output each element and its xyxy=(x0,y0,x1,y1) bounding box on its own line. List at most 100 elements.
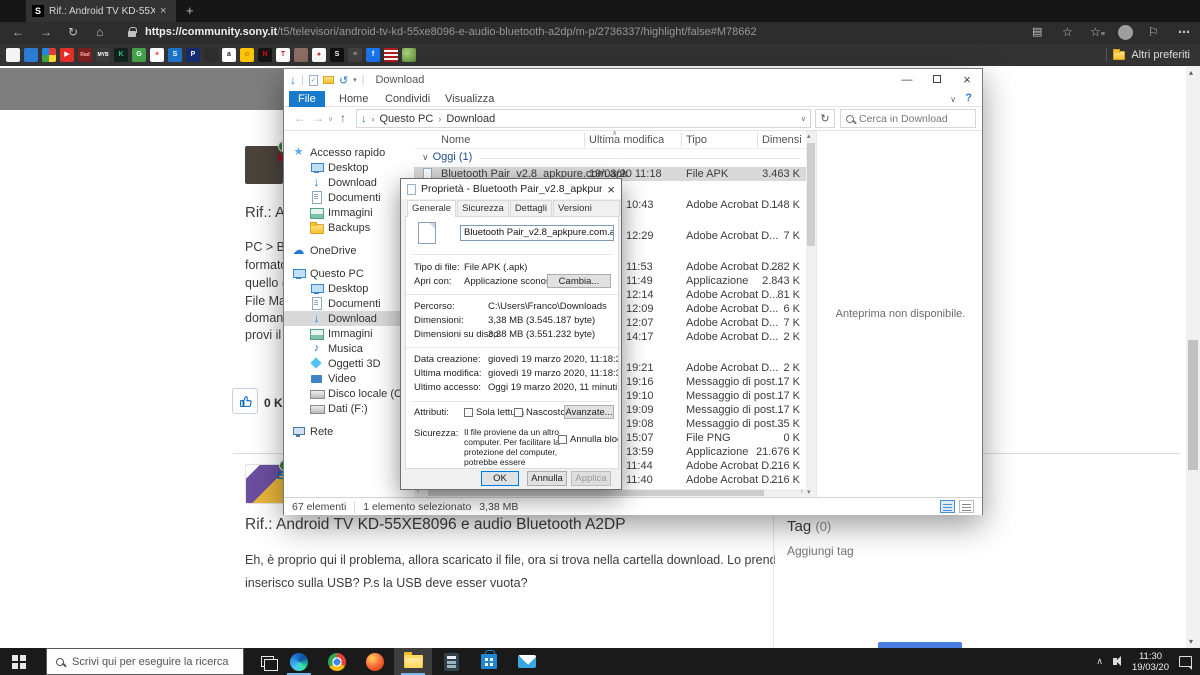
browser-tab[interactable]: S Rif.: Android TV KD-55XE8096 e × xyxy=(26,0,176,22)
taskbar-file-explorer[interactable] xyxy=(394,648,432,675)
feedback-icon[interactable]: ⚐ xyxy=(1148,25,1159,39)
tab-generale[interactable]: Generale xyxy=(407,200,456,217)
change-button[interactable]: Cambia... xyxy=(547,274,611,288)
profile-avatar[interactable] xyxy=(1118,25,1133,40)
kudos-button[interactable] xyxy=(232,388,258,414)
ribbon-tab-home[interactable]: Home xyxy=(330,91,377,107)
recent-locations-icon[interactable]: ∨ xyxy=(328,115,333,123)
minimize-icon[interactable]: — xyxy=(892,69,922,91)
bookmark-icon[interactable]: N xyxy=(258,48,272,62)
scroll-up-icon[interactable]: ▴ xyxy=(807,132,811,140)
bookmark-icon[interactable]: MYB xyxy=(96,48,110,62)
explorer-title-bar[interactable]: ↓ | ↻ ▾ | Download xyxy=(284,69,982,91)
filename-input[interactable]: Bluetooth Pair_v2.8_apkpure.com.apk xyxy=(460,225,614,241)
tab-close-icon[interactable]: × xyxy=(160,5,166,17)
explorer-search-input[interactable]: Cerca in Download xyxy=(840,109,976,128)
ribbon-tab-condividi[interactable]: Condividi xyxy=(376,91,439,107)
home-icon[interactable]: ⌂ xyxy=(96,25,103,39)
sidebar-item-documenti[interactable]: Documenti xyxy=(284,190,414,205)
new-folder-icon[interactable] xyxy=(323,76,334,84)
taskbar-calculator[interactable] xyxy=(432,648,470,675)
cancel-button[interactable]: Annulla xyxy=(527,471,567,486)
apply-button[interactable]: Applica xyxy=(571,471,611,486)
bookmark-icon[interactable] xyxy=(294,48,308,62)
start-button[interactable] xyxy=(0,648,46,675)
scroll-down-icon[interactable]: ▾ xyxy=(807,488,811,496)
bookmark-icon[interactable]: S xyxy=(168,48,182,62)
new-tab-icon[interactable]: + xyxy=(186,3,194,18)
up-icon[interactable]: ↑ xyxy=(340,111,346,125)
sidebar-item-questo-pc[interactable]: Questo PC xyxy=(284,266,414,281)
back-icon[interactable]: ← xyxy=(12,25,24,39)
sidebar-item-musica[interactable]: Musica xyxy=(284,341,414,356)
sidebar-item-backups[interactable]: Backups xyxy=(284,220,414,235)
bookmark-icon[interactable] xyxy=(204,48,218,62)
refresh-icon[interactable]: ↻ xyxy=(68,25,78,39)
sidebar-item-disco-locale-c[interactable]: Disco locale (C:) xyxy=(284,386,414,401)
breadcrumb-questo-pc[interactable]: Questo PC xyxy=(380,113,434,125)
page-scrollbar[interactable]: ▴ ▾ xyxy=(1186,66,1200,648)
hidden-icons-chevron[interactable]: ∧ xyxy=(1096,656,1103,667)
unblock-checkbox[interactable]: Annulla blocco xyxy=(558,434,619,445)
add-tag-link[interactable]: Aggiungi tag xyxy=(787,544,854,558)
group-header[interactable]: ∨Oggi (1) xyxy=(422,151,472,163)
bookmark-icon[interactable] xyxy=(402,48,416,62)
taskbar-store[interactable] xyxy=(470,648,508,675)
back-icon[interactable]: ← xyxy=(294,111,306,125)
column-dimensione[interactable]: Dimensione xyxy=(762,134,802,146)
bookmark-icon[interactable]: ≡ xyxy=(348,48,362,62)
column-ultima-modifica[interactable]: Ultima modifica xyxy=(589,134,664,146)
refresh-icon[interactable]: ↻ xyxy=(815,109,835,128)
action-center-icon[interactable] xyxy=(1179,656,1192,667)
reading-view-icon[interactable]: ▤ xyxy=(1032,25,1042,38)
taskbar-mail[interactable] xyxy=(508,648,546,675)
volume-icon[interactable] xyxy=(1113,658,1117,665)
sidebar-item-accesso-rapido[interactable]: Accesso rapido xyxy=(284,145,414,160)
advanced-button[interactable]: Avanzate... xyxy=(564,405,614,419)
column-tipo[interactable]: Tipo xyxy=(686,134,707,146)
taskbar-search-input[interactable]: Scrivi qui per eseguire la ricerca xyxy=(46,648,244,675)
bookmark-icon[interactable]: T xyxy=(276,48,290,62)
taskbar-chrome[interactable] xyxy=(318,648,356,675)
customize-toolbar-icon[interactable]: ▾ xyxy=(353,76,357,84)
sidebar-item-desktop[interactable]: Desktop xyxy=(284,281,414,296)
bookmark-icon[interactable]: ▶ xyxy=(60,48,74,62)
scrollbar-thumb[interactable] xyxy=(1188,340,1198,470)
tab-dettagli[interactable]: Dettagli xyxy=(510,200,552,216)
favorites-hub-icon[interactable]: ☆≡ xyxy=(1090,25,1105,39)
ribbon-tab-file[interactable]: File xyxy=(289,91,325,107)
other-favorites[interactable]: Altri preferiti xyxy=(1106,44,1190,66)
bookmark-icon[interactable] xyxy=(384,48,398,62)
column-nome[interactable]: Nome xyxy=(441,134,470,146)
bookmark-icon[interactable]: ✶ xyxy=(150,48,164,62)
taskbar-clock[interactable]: 11:3019/03/20 xyxy=(1132,651,1169,673)
bookmark-icon[interactable]: S xyxy=(330,48,344,62)
taskbar-edge[interactable] xyxy=(280,648,318,675)
tab-sicurezza[interactable]: Sicurezza xyxy=(457,200,509,216)
bookmark-icon[interactable]: Rad xyxy=(78,48,92,62)
details-view-icon[interactable] xyxy=(940,500,955,513)
sidebar-item-video[interactable]: Video xyxy=(284,371,414,386)
bookmark-icon[interactable]: K xyxy=(114,48,128,62)
maximize-icon[interactable] xyxy=(922,69,952,91)
bookmark-icon[interactable]: P xyxy=(186,48,200,62)
bookmark-icon[interactable] xyxy=(42,48,56,62)
scrollbar-thumb[interactable] xyxy=(807,143,815,246)
close-icon[interactable]: × xyxy=(607,182,615,197)
sidebar-item-oggetti-3d[interactable]: Oggetti 3D xyxy=(284,356,414,371)
breadcrumb[interactable]: ↓ › Questo PC › Download ∨ xyxy=(356,109,811,128)
large-icons-view-icon[interactable] xyxy=(959,500,974,513)
tab-versioni-precedenti[interactable]: Versioni precedenti xyxy=(553,200,620,216)
bookmark-icon[interactable] xyxy=(24,48,38,62)
scroll-right-icon[interactable]: › xyxy=(801,488,803,495)
sidebar-item-immagini[interactable]: Immagini xyxy=(284,326,414,341)
more-menu-icon[interactable]: ⋯ xyxy=(1178,25,1190,39)
bookmark-icon[interactable] xyxy=(6,48,20,62)
scroll-up-icon[interactable]: ▴ xyxy=(1189,68,1193,77)
sidebar-item-documenti[interactable]: Documenti xyxy=(284,296,414,311)
sidebar-item-download[interactable]: Download xyxy=(284,175,414,190)
scroll-down-icon[interactable]: ▾ xyxy=(1189,637,1193,646)
sidebar-item-desktop[interactable]: Desktop xyxy=(284,160,414,175)
bookmark-icon[interactable]: ● xyxy=(312,48,326,62)
vertical-scrollbar[interactable]: ▴ ▾ xyxy=(806,131,816,497)
